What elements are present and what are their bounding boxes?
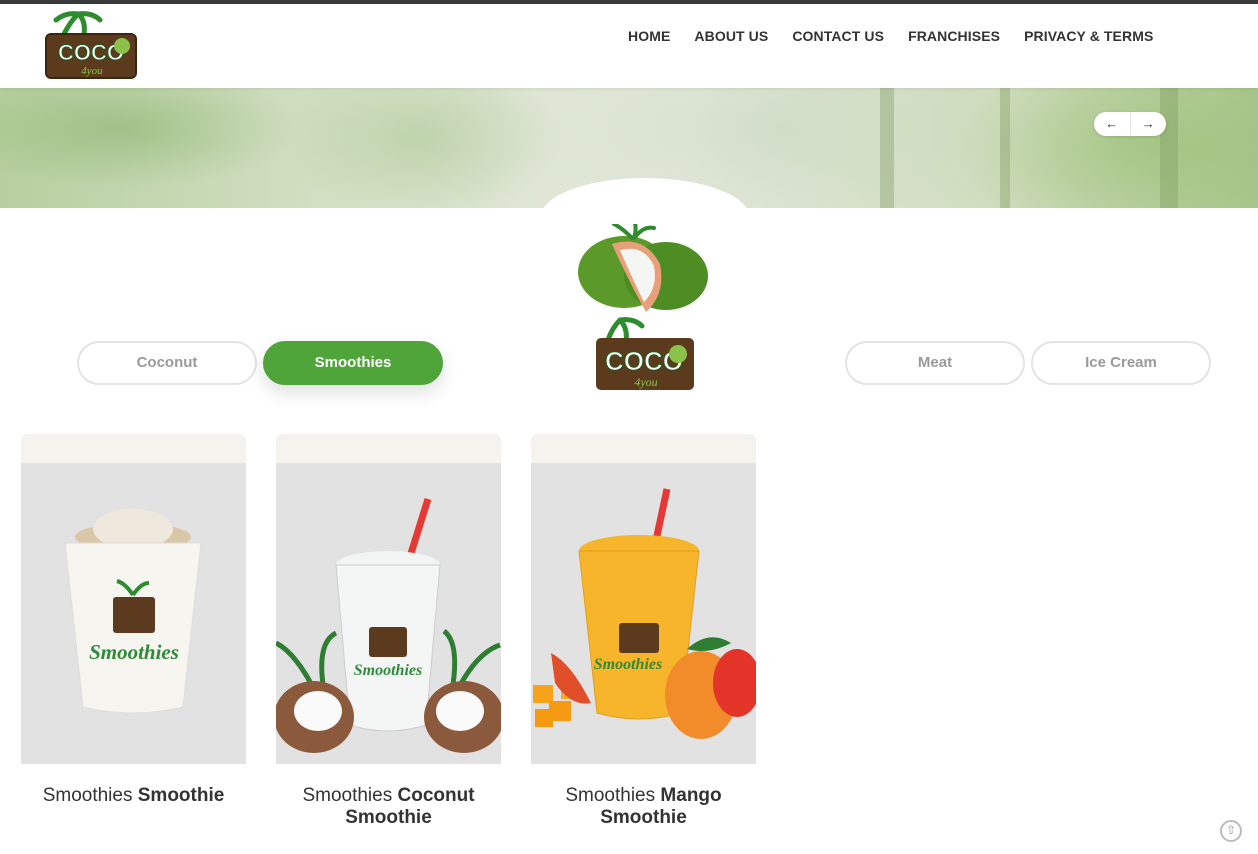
smoothie-cup-illustration: Smoothies	[64, 509, 202, 714]
slider-next-button[interactable]: →	[1131, 112, 1167, 136]
product-image-smoothie[interactable]: Smoothies	[21, 463, 246, 764]
card-header-band	[531, 434, 756, 463]
nav-contact-us[interactable]: CONTACT US	[792, 28, 884, 44]
coconut-smoothie-illustration: Smoothies	[276, 497, 501, 753]
product-title[interactable]: Smoothies Smoothie	[21, 785, 246, 807]
product-name: Smoothie	[137, 785, 225, 806]
product-category: Smoothies	[565, 785, 656, 806]
slider-arrows: ← →	[1094, 112, 1166, 136]
tab-smoothies[interactable]: Smoothies	[263, 341, 443, 385]
coconut-logo-illustration: COCO 4you	[578, 224, 708, 390]
product-image-mango-smoothie[interactable]: Smoothies	[531, 463, 756, 764]
svg-text:Smoothies: Smoothies	[89, 640, 179, 664]
card-header-band	[21, 434, 246, 463]
coco4you-logo[interactable]: COCO 4you	[42, 10, 140, 84]
svg-text:Smoothies: Smoothies	[354, 662, 422, 679]
tab-coconut[interactable]: Coconut	[77, 341, 257, 385]
main-nav: HOME ABOUT US CONTACT US FRANCHISES PRIV…	[628, 28, 1153, 44]
svg-text:4you: 4you	[634, 375, 657, 389]
slider-prev-button[interactable]: ←	[1094, 112, 1131, 136]
svg-text:COCO: COCO	[58, 40, 124, 65]
svg-text:4you: 4you	[81, 65, 103, 77]
banner-tree-trunk	[1000, 88, 1010, 208]
product-card[interactable]: Smoothies Smoothies Smoothie	[21, 434, 246, 807]
nav-franchises[interactable]: FRANCHISES	[908, 28, 1000, 44]
product-card[interactable]: Smoothies Smoothies Coconut Smoothie	[276, 434, 501, 829]
arrow-up-circle-icon[interactable]: ⇧	[1220, 820, 1242, 842]
card-header-band	[276, 434, 501, 463]
product-image-coconut-smoothie[interactable]: Smoothies	[276, 463, 501, 764]
banner-tree-trunk	[1160, 88, 1178, 208]
nav-home[interactable]: HOME	[628, 28, 670, 44]
product-category: Smoothies	[302, 785, 393, 806]
svg-text:Smoothies: Smoothies	[594, 656, 662, 673]
nav-about-us[interactable]: ABOUT US	[694, 28, 768, 44]
tab-ice-cream[interactable]: Ice Cream	[1031, 341, 1211, 385]
mango-smoothie-illustration: Smoothies	[533, 488, 756, 739]
product-category: Smoothies	[42, 785, 133, 806]
site-header: COCO 4you HOME ABOUT US CONTACT US FRANC…	[0, 4, 1258, 88]
banner-tree-trunk	[880, 88, 894, 208]
product-card[interactable]: Smoothies Smoothies Mango Smoothie	[531, 434, 756, 829]
product-title[interactable]: Smoothies Mango Smoothie	[531, 785, 756, 829]
product-title[interactable]: Smoothies Coconut Smoothie	[276, 785, 501, 829]
tab-meat[interactable]: Meat	[845, 341, 1025, 385]
nav-privacy-terms[interactable]: PRIVACY & TERMS	[1024, 28, 1153, 44]
